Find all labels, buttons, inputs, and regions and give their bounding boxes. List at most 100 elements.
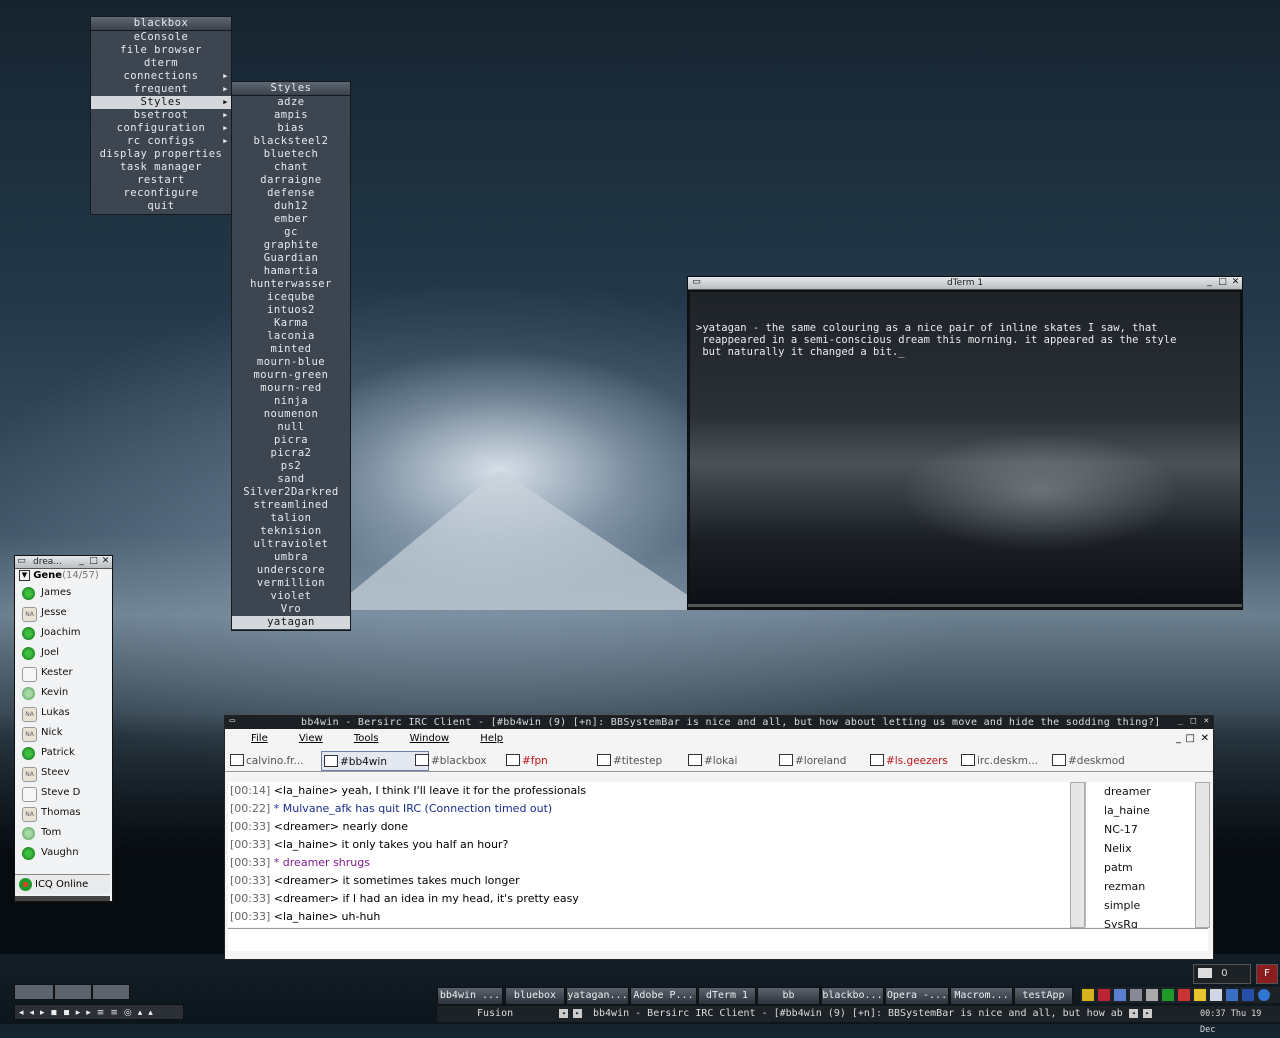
style-item[interactable]: hunterwasser [232, 278, 350, 291]
style-item[interactable]: ember [232, 213, 350, 226]
menu-item-connections[interactable]: connections ▶ [91, 70, 231, 83]
contact-item[interactable]: Kester [15, 663, 112, 683]
taskbar-button[interactable]: bb slide... [757, 987, 820, 1005]
next-workspace-icon[interactable]: ▸ [573, 1009, 582, 1018]
contact-item[interactable]: NA Jesse [15, 603, 112, 623]
menu-item-frequent[interactable]: frequent ▶ [91, 83, 231, 96]
tray-icon[interactable] [1130, 989, 1142, 1001]
menu-item-restart[interactable]: restart [91, 174, 231, 187]
taskbar-button[interactable]: Macrom... [950, 987, 1013, 1005]
pause-icon[interactable] [1082, 989, 1094, 1001]
menu-help[interactable]: Help [480, 733, 503, 744]
style-item[interactable]: laconia [232, 330, 350, 343]
nick-scrollbar[interactable] [1195, 782, 1210, 928]
taskbar-button[interactable]: Adobe P... [630, 987, 697, 1005]
mdi-restore-icon[interactable]: □ [1186, 729, 1195, 749]
minimize-icon[interactable]: _ [77, 557, 86, 566]
style-item[interactable]: vermillion [232, 577, 350, 590]
nick-item[interactable]: Nelix [1086, 839, 1210, 858]
style-item[interactable]: streamlined [232, 499, 350, 512]
style-item[interactable]: null [232, 421, 350, 434]
taskbar-button[interactable]: blackbo... [821, 987, 884, 1005]
style-item[interactable]: ps2 [232, 460, 350, 473]
style-item[interactable]: teknision [232, 525, 350, 538]
dock-slot[interactable] [14, 984, 54, 1000]
nick-item[interactable]: simple [1086, 896, 1210, 915]
style-item[interactable]: yatagan [232, 616, 350, 629]
contact-item[interactable]: Steve D [15, 783, 112, 803]
style-item[interactable]: hamartia [232, 265, 350, 278]
dterm-titlebar[interactable]: ▭ dTerm 1 _ □ ✕ [688, 277, 1242, 290]
menu-item-configuration[interactable]: configuration ▶ [91, 122, 231, 135]
taskbar-button[interactable]: testApp [1014, 987, 1073, 1005]
menu-item-bsetroot[interactable]: bsetroot ▶ [91, 109, 231, 122]
menu-view[interactable]: View [299, 733, 323, 744]
contact-item[interactable]: NA Nick [15, 723, 112, 743]
style-item[interactable]: bluetech [232, 148, 350, 161]
menu-item-file-browser[interactable]: file browser [91, 44, 231, 57]
style-item[interactable]: noumenon [232, 408, 350, 421]
close-icon[interactable]: ✕ [1231, 278, 1240, 287]
menu-item-task-manager[interactable]: task manager [91, 161, 231, 174]
channel-tab[interactable]: #deskmod [1050, 751, 1156, 769]
contact-item[interactable]: NA Steev [15, 763, 112, 783]
taskbar-button[interactable]: bb4win ... [437, 987, 503, 1005]
chat-log[interactable]: [00:14] <la_haine> yeah, I think I'll le… [228, 782, 1085, 927]
close-icon[interactable]: ✕ [101, 557, 110, 566]
style-item[interactable]: adze [232, 96, 350, 109]
tray-icon[interactable] [1242, 989, 1254, 1001]
message-input[interactable] [228, 928, 1208, 951]
style-item[interactable]: picra2 [232, 447, 350, 460]
tray-icon[interactable] [1210, 989, 1222, 1001]
taskbar-button[interactable]: Opera -... [885, 987, 949, 1005]
style-item[interactable]: ninja [232, 395, 350, 408]
prev-workspace-icon[interactable]: ◂ [559, 1009, 568, 1018]
taskbar-button[interactable]: dTerm 1 [698, 987, 756, 1005]
contact-item[interactable]: Tom [15, 823, 112, 843]
network-icon[interactable] [1114, 989, 1126, 1001]
mdi-close-icon[interactable]: ✕ [1201, 729, 1209, 749]
icq-bottom-handle[interactable] [15, 896, 110, 901]
log-scrollbar[interactable] [1070, 782, 1085, 928]
menu-item-rc-configs[interactable]: rc configs ▶ [91, 135, 231, 148]
style-item[interactable]: violet [232, 590, 350, 603]
style-item[interactable]: Silver2Darkred [232, 486, 350, 499]
nick-item[interactable]: patm [1086, 858, 1210, 877]
media-controls[interactable]: ◂◂▸◾◾▸▸≡≡◎▴▴ [14, 1004, 184, 1020]
maximize-icon[interactable]: □ [1218, 278, 1227, 287]
style-item[interactable]: underscore [232, 564, 350, 577]
style-item[interactable]: defense [232, 187, 350, 200]
menu-item-reconfigure[interactable]: reconfigure [91, 187, 231, 200]
minimize-icon[interactable]: _ [1205, 278, 1214, 287]
icq-status-button[interactable]: ICQ Online [15, 874, 110, 894]
tray-icon[interactable] [1194, 989, 1206, 1001]
nick-item[interactable]: rezman [1086, 877, 1210, 896]
app-tray-icon[interactable]: F [1256, 964, 1278, 984]
style-item[interactable]: ampis [232, 109, 350, 122]
style-item[interactable]: sand [232, 473, 350, 486]
menu-file[interactable]: File [251, 733, 268, 744]
style-item[interactable]: intuos2 [232, 304, 350, 317]
style-item[interactable]: mourn-green [232, 369, 350, 382]
window-menu-icon[interactable]: ▭ [228, 717, 237, 726]
maximize-icon[interactable]: □ [89, 557, 98, 566]
globe-icon[interactable] [1258, 989, 1270, 1001]
style-item[interactable]: blacksteel2 [232, 135, 350, 148]
dock-slot[interactable] [54, 984, 92, 1000]
style-item[interactable]: umbra [232, 551, 350, 564]
taskbar-button[interactable]: yatagan... [566, 987, 629, 1005]
collapse-icon[interactable]: ▼ [19, 569, 30, 581]
icq-tray-icon[interactable] [1162, 989, 1174, 1001]
contact-item[interactable]: James [15, 583, 112, 603]
menu-item-econsole[interactable]: eConsole [91, 31, 231, 44]
mail-tray[interactable]: 0 [1193, 964, 1251, 984]
contact-item[interactable]: Vaughn [15, 843, 112, 863]
nick-item[interactable]: dreamer [1086, 782, 1210, 801]
irc-titlebar[interactable]: ▭ bb4win - Bersirc IRC Client - [#bb4win… [225, 716, 1213, 729]
style-item[interactable]: chant [232, 161, 350, 174]
style-item[interactable]: talion [232, 512, 350, 525]
menu-item-quit[interactable]: quit [91, 200, 231, 213]
channel-tab[interactable]: calvino.fr... [228, 751, 334, 769]
contact-item[interactable]: NA Lukas [15, 703, 112, 723]
menu-item-dterm[interactable]: dterm [91, 57, 231, 70]
